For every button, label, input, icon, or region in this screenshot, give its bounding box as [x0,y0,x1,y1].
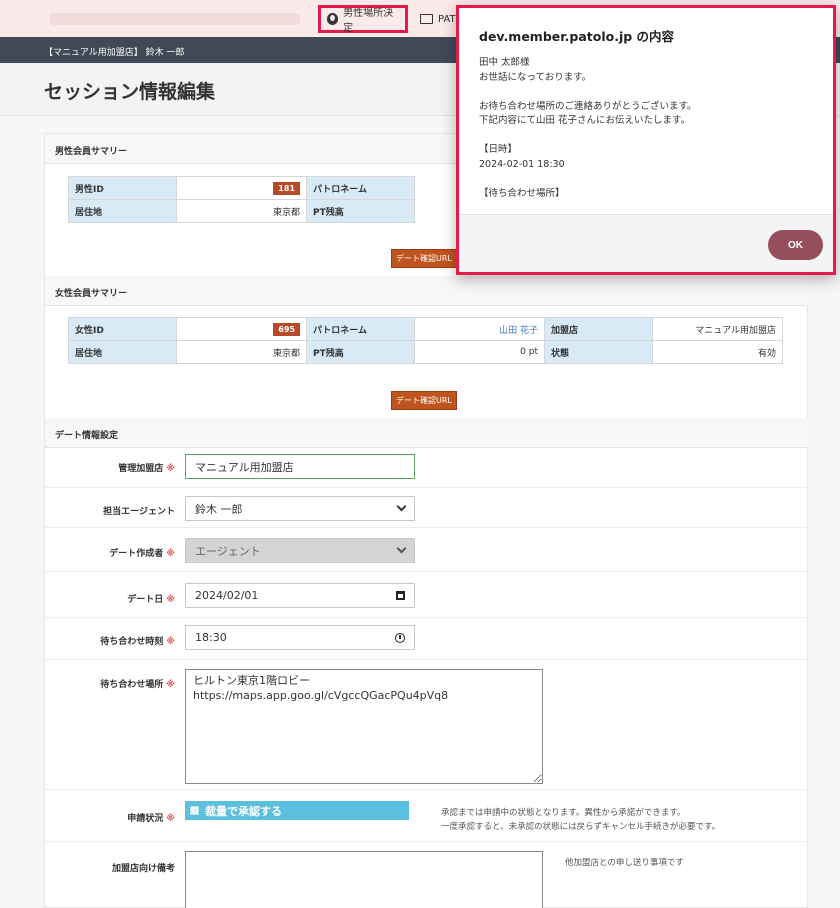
female-residence-value: 東京都 [176,340,307,364]
clock-icon[interactable] [395,632,405,643]
approve-note-line-1: 承認までは申請中の状態となります。異性から承諾ができます。 [441,808,686,818]
female-summary-table: 女性ID 695 パトロネーム 山田 花子 加盟店 マニュアル用加盟店 居住地 … [68,317,783,364]
checkbox-icon[interactable] [190,806,199,815]
bookmark-label: 男性場所決定 [343,8,394,34]
female-pt-label: PT残高 [306,340,415,364]
folder-icon [420,14,433,24]
male-date-url-button[interactable]: デート確認URL [391,249,457,268]
row-date: デート日 ※ [45,572,808,618]
dialog-line: 【待ち合わせ場所】 [479,187,565,199]
approve-label: 裁量で承認する [205,804,282,818]
memo-label: 加盟店向け備考 [111,864,175,874]
approve-note-line-2: 一度承認すると、未承認の状態には戻らずキャンセル手続きが必要です。 [441,822,721,832]
row-managing-store: 管理加盟店 ※ [45,448,808,488]
male-residence-value: 東京都 [176,199,307,223]
female-status-value: 有効 [652,340,783,364]
creator-select: エージェント [185,538,415,563]
managing-store-field: マニュアル用加盟店 [185,454,415,479]
male-summary-table: 男性ID 181 パトロネーム 居住地 東京都 PT残高 [68,176,415,223]
female-patroname-label: パトロネーム [306,317,415,341]
dialog-title: dev.member.patolo.jp の内容 [479,29,675,44]
male-residence-label: 居住地 [68,199,177,223]
female-id-badge[interactable]: 695 [273,322,300,336]
female-date-url-button[interactable]: デート確認URL [391,391,457,410]
female-summary-heading: 女性会員サマリー [45,276,808,306]
time-value: 18:30 [195,631,227,644]
date-value: 2024/02/01 [195,589,259,602]
date-settings-heading: デート情報設定 [45,418,808,448]
dialog-message: 田中 太郎様 お世話になっております。 お待ち合わせ場所のご連絡ありがとうござい… [479,56,819,214]
time-label: 待ち合わせ時刻 [100,637,164,647]
dialog-line: 田中 太郎様 [479,57,530,68]
agent-value: 鈴木 一郎 [195,502,243,516]
required-mark: ※ [166,680,175,690]
bookmark-male-place-decided[interactable]: 男性場所決定 [318,5,408,34]
blurred-bookmarks [50,13,300,25]
dialog-line: 【日時】 [479,144,518,155]
alert-dialog: dev.member.patolo.jp の内容 田中 太郎様 お世話になってお… [456,5,836,275]
dialog-line: お待ち合わせ場所のご連絡ありがとうございます。 [479,100,697,112]
time-input[interactable]: 18:30 [185,625,415,650]
agent-label: 担当エージェント [103,507,175,517]
female-status-label: 状態 [544,340,653,364]
calendar-icon[interactable] [396,591,405,600]
memo-note: 他加盟店との申し送り事項です [565,858,684,868]
male-id-badge[interactable]: 181 [273,181,300,195]
dialog-line: 下記内容にて山田 花子さんにお伝えいたします。 [479,115,691,126]
dialog-line [479,172,819,187]
date-input[interactable]: 2024/02/01 [185,583,415,608]
store-user-label: 【マニュアル用加盟店】 鈴木 一郎 [44,48,185,58]
dialog-line: 2024-02-01 18:30 [479,158,565,170]
date-label: デート日 [127,595,164,605]
place-textarea[interactable] [185,669,543,784]
row-creator: デート作成者 ※ [45,528,808,572]
status-label: 申請状況 [127,814,164,824]
dialog-line [479,85,819,100]
globe-icon [327,13,339,25]
bookmark-folder[interactable]: PAT [414,5,462,33]
chevron-down-icon [396,501,407,512]
managing-store-value: マニュアル用加盟店 [195,460,294,474]
approve-note: 承認までは申請中の状態となります。異性から承諾ができます。 一度承認すると、未承… [441,806,720,834]
bookmark-folder-label: PAT [438,13,456,25]
required-mark: ※ [166,637,175,647]
male-patroname-label: パトロネーム [306,176,415,200]
row-time: 待ち合わせ時刻 ※ [45,618,808,660]
memo-textarea[interactable] [185,851,543,908]
male-pt-label: PT残高 [306,199,415,223]
creator-label: デート作成者 [109,549,164,559]
female-store-value: マニュアル用加盟店 [652,317,783,341]
female-residence-label: 居住地 [68,340,177,364]
required-mark: ※ [166,549,175,559]
dialog-line [479,129,819,144]
page-title: セッション情報編集 [44,81,216,103]
required-mark: ※ [166,814,175,824]
creator-value: エージェント [195,544,261,558]
approve-checkbox[interactable]: 裁量で承認する [185,801,409,820]
chevron-down-icon [396,543,407,554]
dialog-footer: OK [459,214,833,272]
managing-store-label: 管理加盟店 [118,464,164,474]
female-patroname-link[interactable]: 山田 花子 [499,326,538,336]
row-agent: 担当エージェント [45,488,808,528]
female-id-label: 女性ID [68,317,177,341]
agent-select[interactable]: 鈴木 一郎 [185,496,415,521]
female-store-label: 加盟店 [544,317,653,341]
female-pt-value: 0 pt [414,340,545,364]
male-id-label: 男性ID [68,176,177,200]
required-mark: ※ [166,595,175,605]
place-label: 待ち合わせ場所 [100,680,164,690]
dialog-line: お世話になっております。 [479,71,592,83]
required-mark: ※ [166,464,175,474]
ok-button[interactable]: OK [768,230,823,260]
